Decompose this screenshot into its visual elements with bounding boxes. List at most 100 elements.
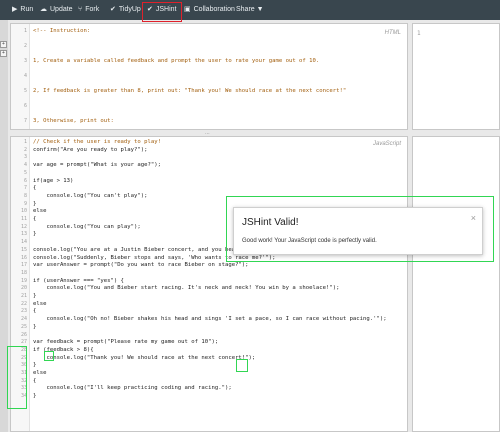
line-number: 1 bbox=[23, 139, 27, 145]
line-number: 4 bbox=[23, 73, 27, 79]
code-line: 2, If feedback is greater than 8, print … bbox=[33, 88, 347, 94]
code-line: { bbox=[33, 308, 37, 315]
close-icon[interactable]: × bbox=[471, 213, 476, 223]
code-line: console.log("You can't play"); bbox=[33, 192, 148, 199]
collaboration-button[interactable]: ▣ Collaboration bbox=[184, 4, 235, 16]
code-line: { bbox=[33, 185, 37, 192]
javascript-editor-panel[interactable]: 1 2 3 4 5 6 7 8 9 10 11 12 13 14 15 16 17 18 19 20 21 22 23 24 2… bbox=[10, 136, 408, 432]
collaboration-icon: ▣ bbox=[184, 6, 191, 13]
update-label: Update bbox=[50, 6, 73, 13]
top-toolbar: ▶ Run ☁ Update ⑂ Fork ✔ TidyUp ✔ JSHint ▣ Coll… bbox=[0, 0, 500, 20]
dialog-title: JSHint Valid! bbox=[242, 217, 299, 228]
line-number: 23 bbox=[20, 308, 27, 315]
line-number: 3 bbox=[23, 58, 27, 64]
line-number: 7 bbox=[23, 185, 27, 192]
collaboration-label: Collaboration bbox=[193, 6, 235, 13]
line-number: 13 bbox=[20, 231, 27, 238]
cloud-upload-icon: ☁ bbox=[40, 6, 47, 13]
console-panel[interactable] bbox=[412, 136, 500, 432]
update-button[interactable]: ☁ Update bbox=[40, 4, 73, 16]
line-number: 7 bbox=[23, 118, 27, 124]
html-line-gutter: 12345678 bbox=[11, 24, 30, 129]
line-number: 10 bbox=[20, 208, 27, 215]
jshint-highlight-box bbox=[142, 2, 182, 22]
panel-toggle-icon[interactable]: + bbox=[0, 41, 7, 48]
line-number: 16 bbox=[20, 254, 27, 261]
line-number: 3 bbox=[23, 154, 27, 161]
line-number: 19 bbox=[20, 277, 27, 284]
code-line: } bbox=[33, 362, 37, 369]
line-number: 14 bbox=[20, 239, 27, 246]
line-number: 24 bbox=[20, 316, 27, 323]
html-editor-panel[interactable]: 12345678 <!-- Instruction:1, Create a va… bbox=[10, 23, 408, 130]
code-line: } bbox=[33, 200, 37, 207]
code-line: if (feedback > 8){ bbox=[33, 346, 94, 353]
jshint-result-dialog: JSHint Valid! × Good work! Your JavaScri… bbox=[233, 207, 483, 255]
code-line: console.log("Oh no! Bieber shakes his he… bbox=[33, 316, 387, 323]
code-line: console.log("You can play"); bbox=[33, 223, 141, 230]
code-line: var age = prompt("What is your age?"); bbox=[33, 162, 161, 169]
code-line: } bbox=[33, 231, 37, 238]
code-line: confirm("Are you ready to play?"); bbox=[33, 146, 148, 153]
line-number: 5 bbox=[23, 169, 27, 176]
line-number: 4 bbox=[23, 162, 27, 169]
line-number: 12 bbox=[20, 223, 27, 230]
panel-toggle-icon[interactable]: + bbox=[0, 50, 7, 57]
tidyup-button[interactable]: ✔ TidyUp bbox=[110, 4, 141, 16]
code-line: console.log("You and Bieber start racing… bbox=[33, 285, 340, 292]
code-line: <!-- Instruction: bbox=[33, 28, 91, 34]
check-icon: ✔ bbox=[110, 6, 116, 13]
dialog-message: Good work! Your JavaScript code is perfe… bbox=[242, 238, 377, 244]
fork-label: Fork bbox=[85, 6, 100, 13]
code-line: // Check if the user is ready to play! bbox=[33, 139, 161, 145]
code-line: var feedback = prompt("Please rate my ga… bbox=[33, 339, 219, 346]
share-label: Share ▼ bbox=[236, 6, 264, 13]
line-number: 1 bbox=[23, 28, 27, 34]
share-button[interactable]: Share ▼ bbox=[236, 4, 264, 16]
result-panel[interactable]: 1 bbox=[412, 23, 500, 130]
code-line: console.log("Thank you! We should race a… bbox=[33, 354, 256, 361]
code-line: if(age > 13) bbox=[33, 177, 74, 184]
code-line: } bbox=[33, 323, 37, 330]
line-number: 20 bbox=[20, 285, 27, 292]
code-line: else bbox=[33, 370, 47, 376]
code-line: else bbox=[33, 208, 47, 215]
line-number: 2 bbox=[23, 146, 27, 153]
code-line: console.log("I'll keep practicing coding… bbox=[33, 385, 232, 392]
line-number: 6 bbox=[23, 103, 27, 109]
line-number: 2 bbox=[23, 43, 27, 49]
run-label: Run bbox=[20, 6, 34, 13]
code-line: else bbox=[33, 300, 47, 307]
code-line: } bbox=[33, 393, 37, 400]
line-number: 18 bbox=[20, 269, 27, 276]
line-number: 21 bbox=[20, 293, 27, 299]
gutter-highlight-box bbox=[7, 346, 27, 409]
result-line-number: 1 bbox=[417, 30, 421, 37]
code-line: if (userAnswer === "yes") { bbox=[33, 277, 124, 284]
line-number: 15 bbox=[20, 246, 27, 253]
fork-icon: ⑂ bbox=[78, 6, 83, 13]
condition-highlight-box bbox=[44, 351, 54, 361]
code-line: } bbox=[33, 293, 37, 299]
line-number: 8 bbox=[23, 192, 27, 199]
js-panel-label: JavaScript bbox=[372, 141, 401, 147]
line-number: 5 bbox=[23, 88, 27, 94]
line-number: 27 bbox=[20, 339, 27, 346]
line-number: 6 bbox=[23, 177, 27, 184]
code-line: 1, Create a variable called feedback and… bbox=[33, 58, 320, 64]
run-button[interactable]: ▶ Run bbox=[12, 4, 33, 16]
line-number: 25 bbox=[20, 323, 27, 330]
string-end-highlight-box bbox=[236, 359, 248, 372]
line-number: 22 bbox=[20, 300, 27, 307]
code-line: 3, Otherwise, print out: bbox=[33, 118, 114, 124]
code-line: { bbox=[33, 216, 37, 222]
html-panel-label: HTML bbox=[384, 30, 401, 36]
line-number: 11 bbox=[20, 216, 27, 222]
tidyup-label: TidyUp bbox=[118, 6, 141, 13]
line-number: 17 bbox=[20, 262, 27, 269]
line-number: 9 bbox=[23, 200, 27, 207]
code-line: var userAnswer = prompt("Do you want to … bbox=[33, 262, 249, 269]
code-line: { bbox=[33, 377, 37, 384]
fork-button[interactable]: ⑂ Fork bbox=[78, 4, 99, 16]
line-number: 26 bbox=[20, 331, 27, 338]
